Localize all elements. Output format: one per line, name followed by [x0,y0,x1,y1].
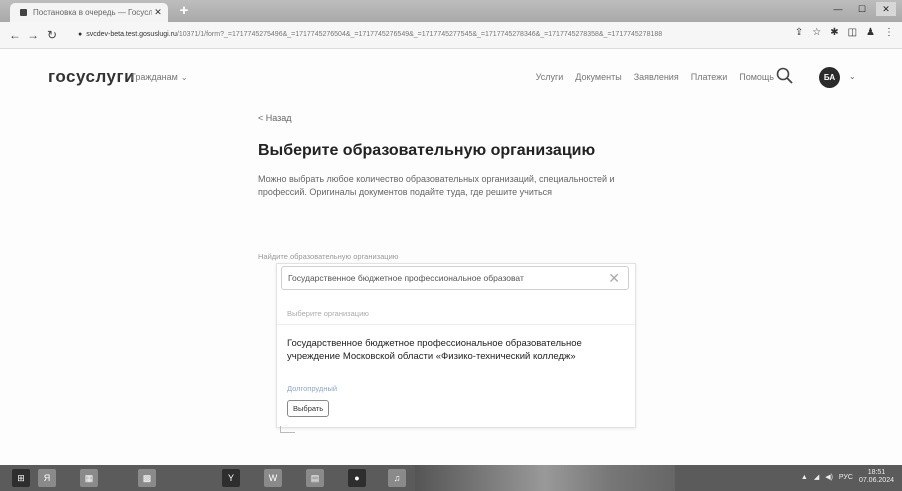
panel-corner-mark [280,426,295,433]
site-logo[interactable]: госуслуги [48,67,135,87]
reload-icon[interactable]: ↻ [45,28,59,42]
suggest-label: Выберите организацию [287,309,369,318]
language-indicator[interactable]: РУС [839,474,853,481]
taskbar-app-media[interactable]: ♫ [388,469,406,487]
role-selector[interactable]: Гражданам ⌄ [131,72,188,82]
taskbar-app-sheets[interactable]: ▤ [306,469,324,487]
menu-item-services[interactable]: Услуги [536,72,564,82]
menu-item-documents[interactable]: Документы [575,72,621,82]
menu-item-help[interactable]: Помощь [739,72,774,82]
menu-item-applications[interactable]: Заявления [634,72,679,82]
clock-date: 07.06.2024 [858,477,894,484]
choose-button[interactable]: Выбрать [287,400,330,417]
page-title: Выберите образовательную организацию [258,142,596,159]
browser-toolbar-icons: ⇪ ☆ ✱ ◫ ♟ ⋮ [795,27,894,38]
maximize-icon[interactable]: ☐ [852,2,872,16]
page-description: Можно выбрать любое количество образоват… [258,174,615,197]
taskbar-app-calculator[interactable]: ▦ [80,469,98,487]
avatar-chevron-icon[interactable]: ⌄ [849,72,856,81]
back-link[interactable]: < Назад [258,113,292,123]
taskbar-background-wave [415,465,675,491]
search-field-label: Найдите образовательную организацию [258,252,399,261]
url-host: svcdev-beta.test.gosuslugi.ru [86,31,177,38]
organization-city-link[interactable]: Долгопрудный [287,384,337,393]
os-taskbar: ⊞ Я ▦ ▩ Y W ▤ ● ♫ ▲ ◢ ◀) РУС 18:51 07.06… [0,465,902,491]
address-bar: ← → ↻ ● svcdev-beta.test.gosuslugi.ru/103… [0,22,902,49]
system-tray: ▲ ◢ ◀) РУС 18:51 07.06.2024 [801,469,894,485]
browser-tab-strip: Постановка в очередь — Госуслуги ✕ + — ☐… [0,0,902,22]
organization-search-panel: ✕ Выберите организацию Государственное б… [276,263,636,428]
clock-time: 18:51 [867,469,886,476]
role-label: Гражданам [131,72,178,82]
organization-name: Государственное бюджетное профессиональн… [287,338,582,362]
tab-title: Постановка в очередь — Госуслуги [33,8,152,17]
profile-icon[interactable]: ♟ [866,27,875,38]
url-field[interactable]: ● svcdev-beta.test.gosuslugi.ru/10371/1/f… [78,27,766,42]
taskbar-app-browser[interactable]: Y [222,469,240,487]
window-controls: — ☐ ✕ [828,2,896,16]
favicon-icon [20,9,27,16]
organization-search-box: ✕ [281,266,629,290]
divider [277,324,635,325]
browser-tab[interactable]: Постановка в очередь — Госуслуги ✕ [10,3,168,22]
organization-search-input[interactable] [288,267,598,289]
taskbar-app-word[interactable]: W [264,469,282,487]
back-arrow-icon[interactable]: ← [8,28,22,42]
new-tab-button[interactable]: + [176,3,192,19]
minimize-icon[interactable]: — [828,2,848,16]
url-path: /10371/1/form?_=1717745275496&_=17177452… [176,31,663,38]
forward-arrow-icon[interactable]: → [26,28,40,42]
lock-icon: ● [78,31,83,38]
taskbar-app-camera[interactable]: ● [348,469,366,487]
extensions-icon[interactable]: ✱ [830,27,838,38]
clear-input-icon[interactable]: ✕ [608,269,620,287]
taskbar-app-yandex[interactable]: Я [38,469,56,487]
search-icon[interactable] [775,66,795,86]
network-icon[interactable]: ◢ [814,473,819,481]
menu-item-payments[interactable]: Платежи [691,72,728,82]
start-button[interactable]: ⊞ [12,469,30,487]
main-menu: Услуги Документы Заявления Платежи Помощ… [536,72,774,82]
avatar[interactable]: БА [819,67,840,88]
window-close-icon[interactable]: ✕ [876,2,896,16]
share-icon[interactable]: ⇪ [795,27,803,38]
more-menu-icon[interactable]: ⋮ [884,27,894,38]
sidepanel-icon[interactable]: ◫ [848,27,857,38]
volume-icon[interactable]: ◀) [825,473,833,481]
chevron-down-icon: ⌄ [180,73,188,82]
tray-arrow-icon[interactable]: ▲ [801,474,808,481]
tab-close-icon[interactable]: ✕ [152,7,164,18]
clock[interactable]: 18:51 07.06.2024 [859,469,894,485]
bookmark-star-icon[interactable]: ☆ [812,27,821,38]
taskbar-app-explorer[interactable]: ▩ [138,469,156,487]
